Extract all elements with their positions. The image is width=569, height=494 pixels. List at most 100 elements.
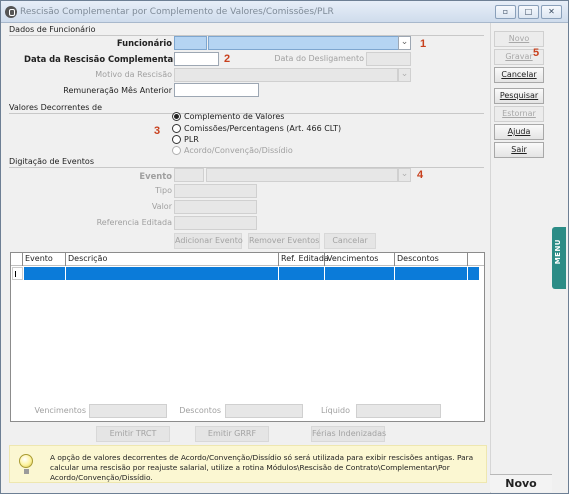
chevron-down-icon: ⌄	[400, 169, 409, 179]
remuneracao-label: Remuneração Mês Anterior	[63, 86, 172, 95]
vencimentos-total-field	[89, 404, 167, 418]
eventos-grid[interactable]: Evento Descrição Ref. Editada Vencimento…	[10, 252, 485, 422]
radio-plr[interactable]: PLR	[172, 135, 199, 144]
cancelar-button[interactable]: Cancelar	[494, 67, 544, 83]
minimize-button[interactable]: ▫	[495, 5, 516, 19]
gravar-label: Gravar	[505, 52, 533, 61]
data-rescisao-label: Data da Rescisão Complementar	[24, 54, 178, 64]
sair-label: Sair	[511, 145, 527, 154]
dados-funcionario-title: Dados de Funcionário	[9, 25, 96, 34]
emitir-trct-button: Emitir TRCT	[96, 426, 170, 442]
column-header-ref-editada[interactable]: Ref. Editada	[279, 253, 329, 266]
radio-label: PLR	[184, 135, 199, 144]
valores-title: Valores Decorrentes de	[9, 103, 103, 112]
emitir-grrf-button: Emitir GRRF	[195, 426, 269, 442]
close-button[interactable]: ✕	[541, 5, 562, 19]
cell-vencimentos[interactable]	[325, 267, 395, 280]
maximize-button[interactable]: □	[518, 5, 539, 19]
chevron-down-icon: ⌄	[400, 37, 409, 47]
tipo-label: Tipo	[155, 186, 172, 195]
tip-text: A opção de valores decorrentes de Acordo…	[50, 453, 474, 482]
radio-label: Comissões/Percentagens (Art. 466 CLT)	[184, 124, 342, 133]
novo-button: Novo	[494, 31, 544, 47]
evento-label: Evento	[139, 171, 172, 181]
evento-code-input	[174, 168, 204, 182]
lightbulb-icon	[19, 454, 33, 474]
cell-descricao[interactable]	[66, 267, 279, 280]
column-header-evento[interactable]: Evento	[23, 253, 66, 266]
motivo-label: Motivo da Rescisão	[95, 70, 172, 79]
valor-label: Valor	[151, 202, 172, 211]
remover-eventos-button: Remover Eventos	[248, 233, 320, 249]
tipo-input	[174, 184, 257, 198]
funcionario-code-input[interactable]	[174, 36, 207, 50]
callout-3: 3	[154, 125, 161, 137]
close-icon: ✕	[548, 7, 555, 16]
cell-ref-editada[interactable]	[279, 267, 325, 280]
radio-empty-icon	[172, 146, 181, 155]
data-desligamento-label: Data do Desligamento	[274, 54, 364, 63]
callout-2: 2	[224, 53, 231, 65]
grid-corner	[11, 253, 23, 266]
radio-empty-icon	[172, 124, 181, 133]
grid-header: Evento Descrição Ref. Editada Vencimento…	[11, 253, 484, 266]
callout-1: 1	[420, 38, 427, 50]
info-tip: A opção de valores decorrentes de Acordo…	[9, 445, 487, 483]
minimize-icon: ▫	[502, 7, 509, 16]
adicionar-evento-button: Adicionar Evento	[174, 233, 243, 249]
column-header-descricao[interactable]: Descrição	[66, 253, 279, 266]
column-header-descontos[interactable]: Descontos	[395, 253, 468, 266]
radio-acordo: Acordo/Convenção/Dissídio	[172, 146, 293, 155]
table-row[interactable]	[24, 267, 479, 280]
window-title: Rescisão Complementar por Complemento de…	[20, 7, 334, 17]
valor-input	[174, 200, 257, 214]
radio-comissoes[interactable]: Comissões/Percentagens (Art. 466 CLT)	[172, 124, 341, 133]
cancelar-label: Cancelar	[501, 70, 537, 79]
status-mode: Novo	[490, 474, 552, 492]
funcionario-dropdown-button[interactable]: ⌄	[398, 36, 411, 50]
liquido-total-field	[356, 404, 441, 418]
radio-label: Acordo/Convenção/Dissídio	[184, 146, 293, 155]
sair-button[interactable]: Sair	[494, 142, 544, 158]
vencimentos-total-label: Vencimentos	[34, 406, 86, 415]
ajuda-button[interactable]: Ajuda	[494, 124, 544, 140]
remuneracao-input[interactable]	[174, 83, 259, 97]
referencia-label: Referencia Editada	[96, 218, 172, 227]
app-window: Rescisão Complementar por Complemento de…	[0, 0, 569, 494]
radio-empty-icon	[172, 135, 181, 144]
row-indicator-icon	[12, 267, 23, 280]
menu-tab[interactable]: MENU	[552, 227, 566, 289]
ajuda-label: Ajuda	[507, 127, 531, 136]
title-bar: Rescisão Complementar por Complemento de…	[1, 1, 568, 23]
maximize-icon: □	[524, 7, 533, 16]
descontos-total-field	[225, 404, 303, 418]
eventos-title: Digitação de Eventos	[9, 157, 94, 166]
app-logo-icon	[5, 6, 17, 18]
main-panel: Dados de Funcionário Funcionário ⌄ 1 Dat…	[4, 23, 488, 491]
motivo-dropdown-button: ⌄	[398, 68, 411, 82]
evento-dropdown-button: ⌄	[398, 168, 411, 182]
novo-label: Novo	[508, 34, 530, 43]
funcionario-name-select[interactable]	[208, 36, 401, 50]
pesquisar-button[interactable]: Pesquisar	[494, 88, 544, 104]
data-rescisao-input[interactable]	[174, 52, 219, 66]
motivo-select	[174, 68, 398, 82]
column-header-vencimentos[interactable]: Vencimentos	[325, 253, 395, 266]
funcionario-label: Funcionário	[116, 38, 172, 48]
radio-complemento-valores[interactable]: Complemento de Valores	[172, 112, 284, 121]
radio-label: Complemento de Valores	[184, 112, 285, 121]
pesquisar-label: Pesquisar	[499, 91, 539, 100]
cancelar-evento-button: Cancelar	[324, 233, 376, 249]
menu-tab-label: MENU	[554, 239, 562, 265]
radio-selected-icon	[172, 112, 181, 121]
data-desligamento-input	[366, 52, 411, 66]
referencia-input	[174, 216, 257, 230]
liquido-total-label: Líquido	[320, 406, 350, 415]
estornar-button: Estornar	[494, 106, 544, 122]
ferias-indenizadas-button: Férias Indenizadas	[311, 426, 386, 442]
cell-evento[interactable]	[24, 267, 66, 280]
callout-5: 5	[533, 47, 540, 59]
descontos-total-label: Descontos	[179, 406, 221, 415]
action-sidebar: Novo Gravar 5 Cancelar Pesquisar Estorna…	[490, 23, 552, 493]
cell-descontos[interactable]	[395, 267, 468, 280]
